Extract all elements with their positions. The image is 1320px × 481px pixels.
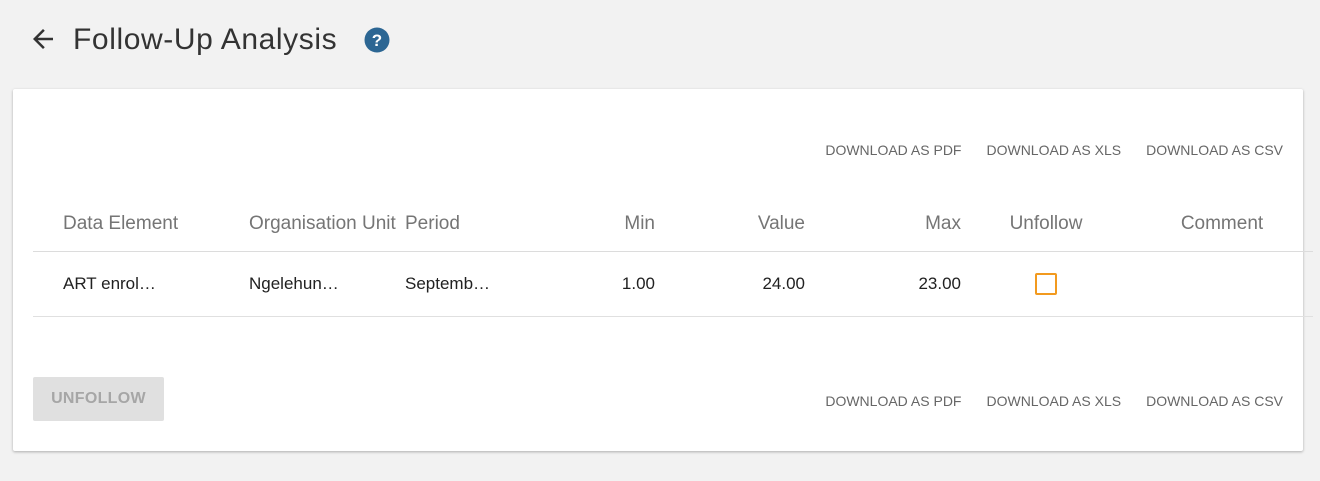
org-unit-text: Ngelehun … [249, 274, 342, 294]
cell-unfollow [961, 251, 1131, 317]
unfollow-button[interactable]: UNFOLLOW [33, 377, 164, 421]
column-header-unfollow[interactable]: Unfollow [961, 196, 1131, 252]
download-links-bottom: DOWNLOAD AS PDF DOWNLOAD AS XLS DOWNLOAD… [800, 392, 1283, 410]
page-header: Follow-Up Analysis ? [0, 0, 1320, 80]
period-text: Septembe… [405, 274, 498, 294]
cell-org-unit: Ngelehun … [249, 251, 405, 317]
download-links-top: DOWNLOAD AS PDF DOWNLOAD AS XLS DOWNLOAD… [800, 141, 1283, 159]
column-header-value[interactable]: Value [655, 196, 805, 252]
column-header-min[interactable]: Min [555, 196, 655, 252]
follow-up-table: Data Element Organisation Unit Period Mi… [33, 196, 1313, 317]
back-arrow-icon[interactable] [28, 24, 58, 54]
column-header-data-element[interactable]: Data Element [33, 196, 249, 252]
column-header-org-unit[interactable]: Organisation Unit [249, 196, 405, 252]
table-header-row: Data Element Organisation Unit Period Mi… [33, 196, 1313, 252]
cell-value: 24.00 [655, 251, 805, 317]
download-csv-link[interactable]: DOWNLOAD AS CSV [1146, 141, 1283, 159]
download-pdf-link[interactable]: DOWNLOAD AS PDF [825, 141, 961, 159]
download-xls-link[interactable]: DOWNLOAD AS XLS [986, 141, 1121, 159]
cell-min: 1.00 [555, 251, 655, 317]
cell-data-element: ART enroll… [33, 251, 249, 317]
data-element-text: ART enroll… [63, 274, 156, 294]
column-header-max[interactable]: Max [805, 196, 961, 252]
table-row: ART enroll… Ngelehun … Septembe… 1.00 24… [33, 251, 1313, 317]
download-pdf-link[interactable]: DOWNLOAD AS PDF [825, 392, 961, 410]
results-card: DOWNLOAD AS PDF DOWNLOAD AS XLS DOWNLOAD… [13, 89, 1313, 451]
help-icon[interactable]: ? [364, 27, 390, 53]
download-xls-link[interactable]: DOWNLOAD AS XLS [986, 392, 1121, 410]
column-header-period[interactable]: Period [405, 196, 555, 252]
page-title: Follow-Up Analysis [73, 23, 338, 56]
download-csv-link[interactable]: DOWNLOAD AS CSV [1146, 392, 1283, 410]
unfollow-checkbox[interactable] [1035, 273, 1057, 295]
cell-max: 23.00 [805, 251, 961, 317]
cell-period: Septembe… [405, 251, 555, 317]
cell-comment [1131, 251, 1313, 317]
svg-text:?: ? [372, 31, 382, 50]
column-header-comment[interactable]: Comment [1131, 196, 1313, 252]
